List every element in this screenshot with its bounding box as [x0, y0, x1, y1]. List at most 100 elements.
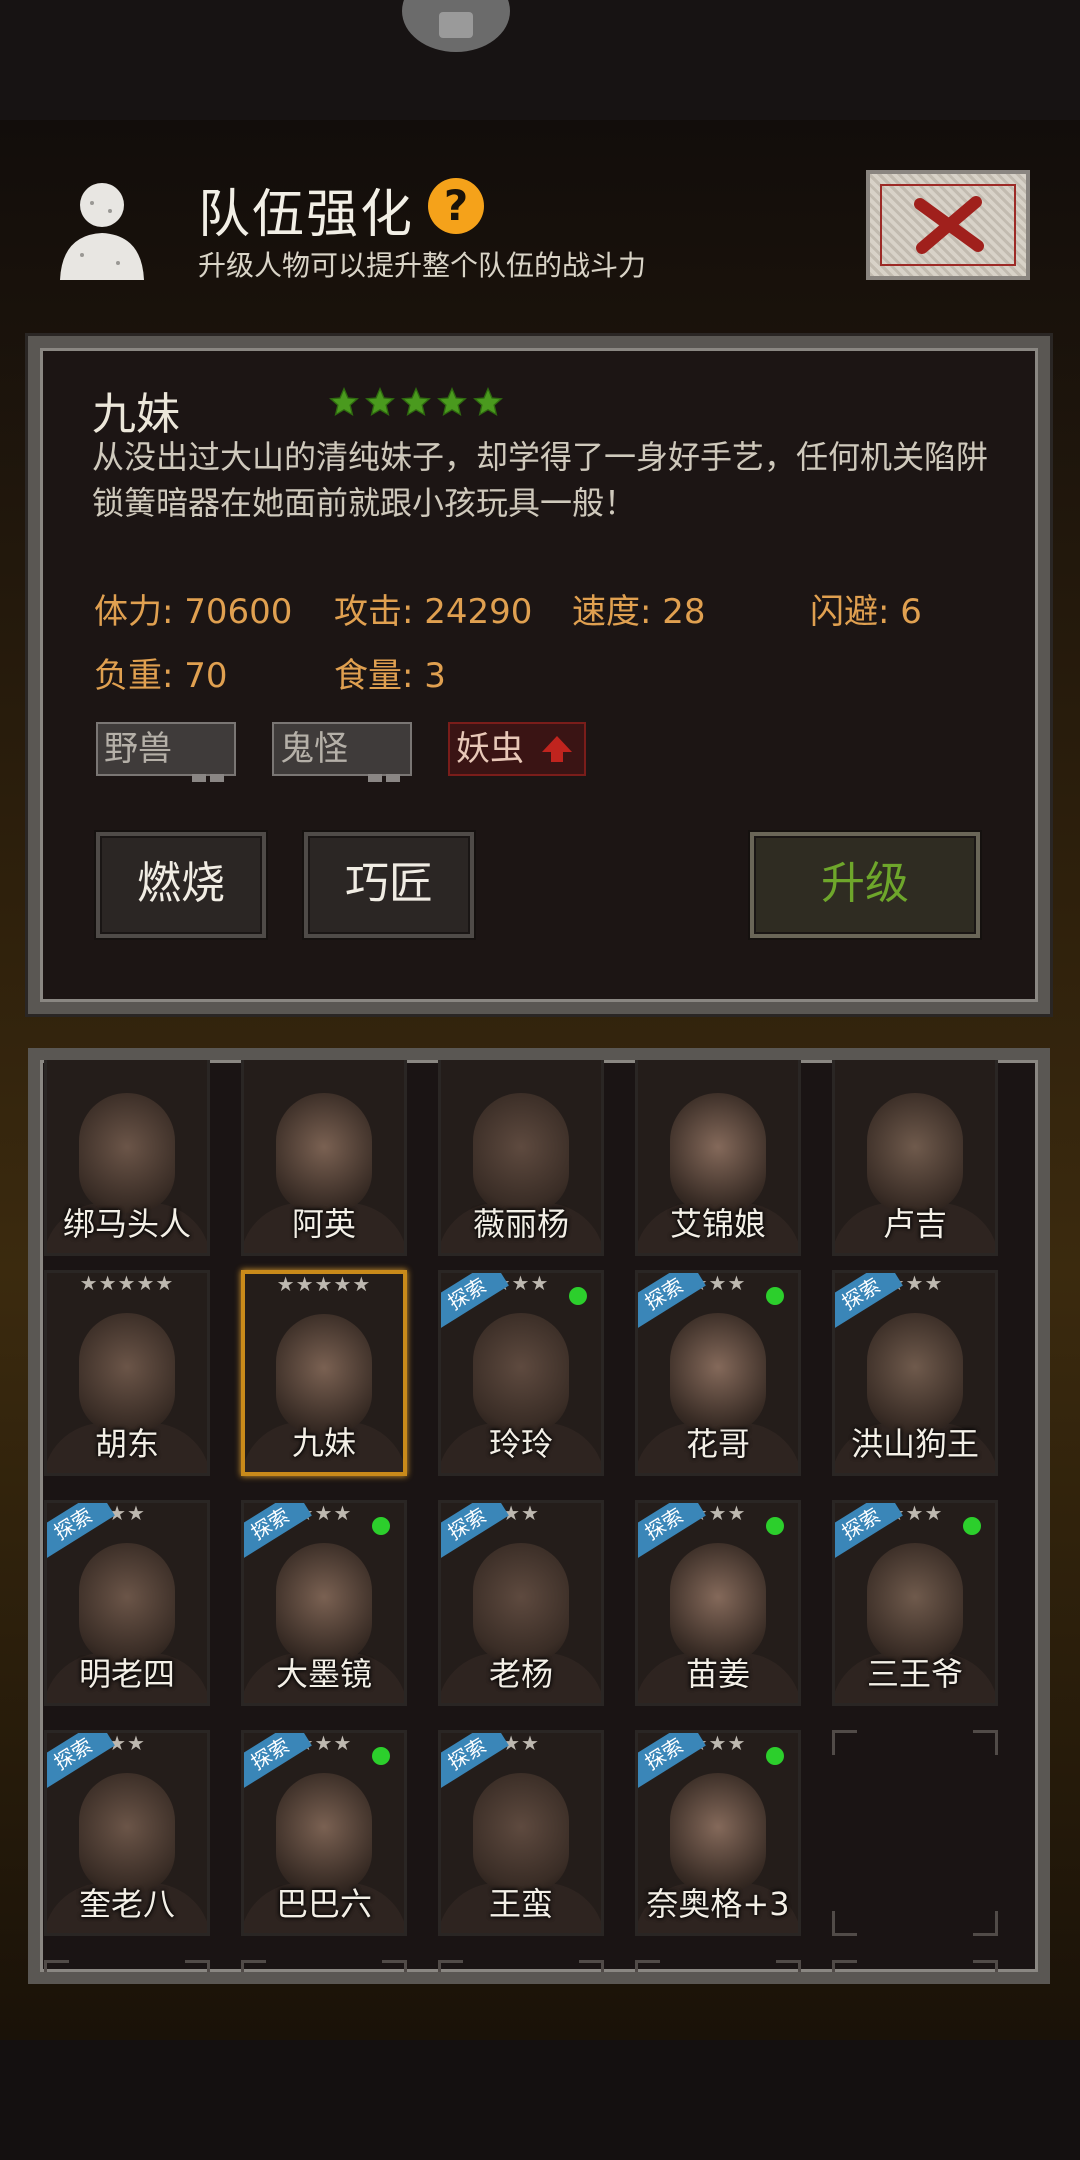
craftsman-button[interactable]: 巧匠 — [304, 832, 474, 938]
slot-corner — [832, 1960, 857, 1972]
online-dot-icon — [963, 1517, 981, 1535]
empty-slot[interactable] — [44, 1960, 210, 1972]
roster-grid: 绑马头人 阿英 薇丽杨 艾锦娘 卢吉 ★★★★★ 胡东 ★★★★★ 九妹 ★★★ 探索 玲玲 ★★★ 探索… — [28, 1048, 1050, 1984]
online-dot-icon — [569, 1287, 587, 1305]
card-name: 奈奥格+3 — [646, 1885, 790, 1923]
character-portrait — [867, 1313, 963, 1433]
roster-card[interactable]: 绑马头人 — [44, 1060, 210, 1256]
roster-card[interactable]: 阿英 — [241, 1060, 407, 1256]
enemy-tag-insect: 妖虫 — [448, 722, 586, 776]
stat-carry: 负重: 70 — [94, 656, 228, 696]
roster-card[interactable]: ★★★ 探索 花哥 — [635, 1270, 801, 1476]
help-icon[interactable]: ? — [428, 178, 484, 234]
upgrade-button[interactable]: 升级 — [750, 832, 980, 938]
character-portrait — [473, 1773, 569, 1893]
card-name: 花哥 — [685, 1425, 750, 1463]
card-stars: ★★★★★ — [276, 1272, 372, 1296]
page-subtitle: 升级人物可以提升整个队伍的战斗力 — [198, 249, 647, 282]
character-portrait — [276, 1543, 372, 1663]
roster-card[interactable]: ★★★★★ 胡东 — [44, 1270, 210, 1476]
slot-corner — [185, 1960, 210, 1972]
card-name: 苗姜 — [685, 1655, 750, 1693]
star-icon — [473, 386, 503, 417]
stat-attack: 攻击: 24290 — [334, 592, 533, 632]
roster-card[interactable]: ★★★ 探索 苗姜 — [635, 1500, 801, 1706]
roster-card[interactable]: ★★ 探索 明老四 — [44, 1500, 210, 1706]
enemy-tag-ghost: 鬼怪 — [272, 722, 412, 782]
roster-card[interactable]: ★★ 探索 老杨 — [438, 1500, 604, 1706]
empty-slot[interactable] — [635, 1960, 801, 1972]
star-icon — [401, 386, 431, 417]
empty-slot[interactable] — [832, 1960, 998, 1972]
roster-card[interactable]: ★★★ 探索 三王爷 — [832, 1500, 998, 1706]
slot-corner — [241, 1960, 266, 1972]
roster-card[interactable]: ★★★ 探索 巴巴六 — [241, 1730, 407, 1936]
stat-hp: 体力: 70600 — [94, 592, 293, 632]
slot-corner — [382, 1960, 407, 1972]
status-bar-area — [0, 0, 1080, 120]
roster-card[interactable]: ★★★★★ 九妹 — [241, 1270, 407, 1476]
card-name: 洪山狗王 — [850, 1425, 979, 1463]
star-icon — [437, 386, 467, 417]
slot-corner — [579, 1960, 604, 1972]
character-portrait — [276, 1314, 372, 1434]
roster-card[interactable]: ★★★ 探索 玲玲 — [438, 1270, 604, 1476]
enemy-tag-beast: 野兽 — [96, 722, 236, 782]
card-name: 阿英 — [291, 1205, 356, 1243]
character-portrait — [276, 1773, 372, 1893]
slot-corner — [973, 1960, 998, 1972]
card-name: 大墨镜 — [275, 1655, 372, 1693]
online-dot-icon — [372, 1747, 390, 1765]
tag-label: 野兽 — [104, 729, 172, 769]
empty-slot[interactable] — [832, 1730, 998, 1936]
card-stars: ★★★★★ — [79, 1271, 175, 1295]
stat-food: 食量: 3 — [334, 656, 446, 696]
roster-card[interactable]: 卢吉 — [832, 1060, 998, 1256]
roster-card[interactable]: 艾锦娘 — [635, 1060, 801, 1256]
character-description: 从没出过大山的清纯妹子，却学得了一身好手艺，任何机关陷阱锁簧暗器在她面前就跟小孩… — [92, 438, 989, 522]
tag-label: 妖虫 — [456, 729, 524, 769]
character-portrait — [867, 1543, 963, 1663]
card-name: 老杨 — [488, 1655, 553, 1693]
character-portrait — [670, 1313, 766, 1433]
character-portrait — [79, 1093, 175, 1213]
roster-card[interactable]: ★★★ 探索 洪山狗王 — [832, 1270, 998, 1476]
character-portrait — [473, 1543, 569, 1663]
page-title: 队伍强化 — [198, 185, 415, 245]
slot-corner — [635, 1960, 660, 1972]
card-name: 三王爷 — [866, 1655, 963, 1693]
roster-card[interactable]: ★★ 探索 奎老八 — [44, 1730, 210, 1936]
roster-card[interactable]: ★★★ 探索 奈奥格+3 — [635, 1730, 801, 1936]
arrow-up-icon — [542, 736, 572, 762]
slot-corner — [832, 1911, 857, 1936]
slot-corner — [832, 1730, 857, 1755]
card-name: 玲玲 — [488, 1425, 553, 1463]
drag-handle-icon[interactable] — [402, 0, 510, 52]
card-name: 艾锦娘 — [669, 1205, 766, 1243]
star-icon — [329, 386, 359, 417]
card-name: 九妹 — [291, 1424, 356, 1462]
character-portrait — [79, 1773, 175, 1893]
online-dot-icon — [372, 1517, 390, 1535]
tag-label: 鬼怪 — [280, 729, 348, 769]
roster-card[interactable]: 薇丽杨 — [438, 1060, 604, 1256]
roster-card[interactable]: ★★★ 探索 大墨镜 — [241, 1500, 407, 1706]
close-x-icon — [914, 196, 984, 254]
card-name: 奎老八 — [78, 1885, 175, 1923]
burn-button[interactable]: 燃烧 — [96, 832, 266, 938]
empty-slot[interactable] — [241, 1960, 407, 1972]
empty-slot[interactable] — [438, 1960, 604, 1972]
card-name: 卢吉 — [882, 1205, 947, 1243]
roster-card[interactable]: ★★ 探索 王蛮 — [438, 1730, 604, 1936]
character-portrait — [670, 1093, 766, 1213]
character-portrait — [79, 1543, 175, 1663]
online-dot-icon — [766, 1517, 784, 1535]
stat-speed: 速度: 28 — [572, 592, 706, 632]
character-portrait — [276, 1093, 372, 1213]
character-portrait — [79, 1313, 175, 1433]
star-icon — [365, 386, 395, 417]
close-button[interactable] — [866, 170, 1030, 280]
card-name: 王蛮 — [488, 1885, 553, 1923]
character-portrait — [670, 1773, 766, 1893]
online-dot-icon — [766, 1747, 784, 1765]
